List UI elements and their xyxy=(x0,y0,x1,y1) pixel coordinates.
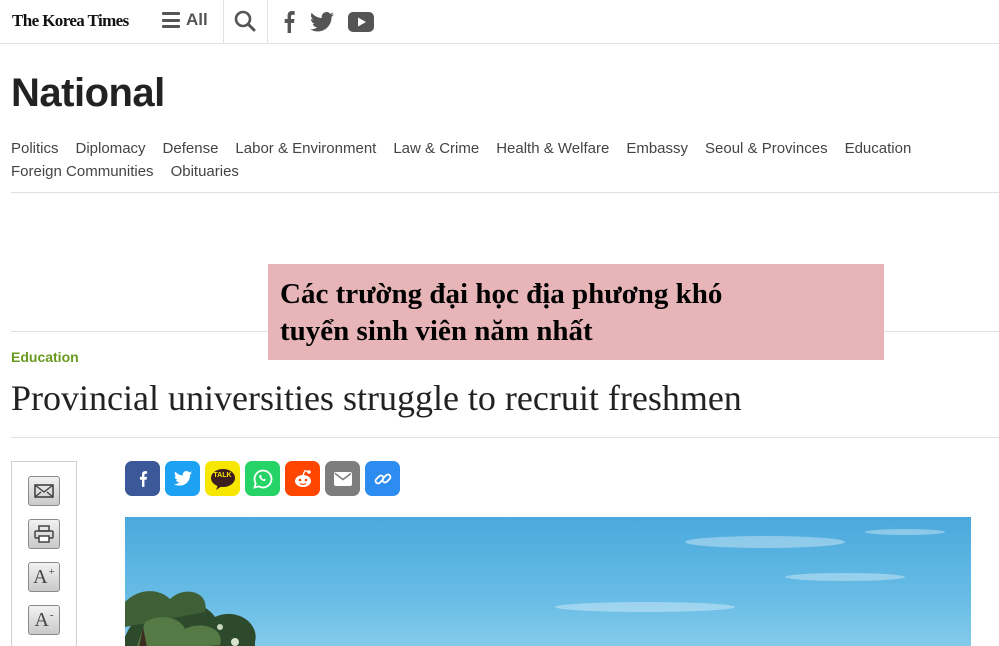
subnav-politics[interactable]: Politics xyxy=(11,137,59,160)
twitter-icon[interactable] xyxy=(310,12,334,32)
all-menu-button[interactable]: All xyxy=(162,10,208,30)
share-facebook-button[interactable] xyxy=(125,461,160,496)
share-kakaotalk-button[interactable]: TALK xyxy=(205,461,240,496)
divider xyxy=(267,0,268,44)
kakaotalk-label: TALK xyxy=(213,472,232,479)
share-whatsapp-button[interactable] xyxy=(245,461,280,496)
subnav-education[interactable]: Education xyxy=(845,137,912,160)
top-bar: The Korea Times All xyxy=(0,0,999,44)
article-photo xyxy=(125,517,971,646)
subnav-obituaries[interactable]: Obituaries xyxy=(171,160,239,183)
caption-line-1: Các trường đại học địa phương khó xyxy=(280,278,723,310)
article-tools-panel: A+ A- xyxy=(11,461,77,646)
twitter-icon xyxy=(173,471,192,486)
font-increase-button[interactable]: A+ xyxy=(28,562,60,592)
article-category[interactable]: Education xyxy=(11,349,79,365)
section-title[interactable]: National xyxy=(11,71,165,116)
divider xyxy=(223,0,224,44)
font-decrease-button[interactable]: A- xyxy=(28,605,60,635)
article-headline: Provincial universities struggle to recr… xyxy=(11,378,742,418)
subnav-foreign-communities[interactable]: Foreign Communities xyxy=(11,160,154,183)
font-increase-icon: A+ xyxy=(33,565,55,588)
subnav-embassy[interactable]: Embassy xyxy=(626,137,688,160)
email-button[interactable] xyxy=(28,476,60,506)
divider xyxy=(11,437,999,438)
subnav-health-welfare[interactable]: Health & Welfare xyxy=(496,137,609,160)
link-icon xyxy=(374,473,391,484)
share-email-button[interactable] xyxy=(325,461,360,496)
sky-tree-image xyxy=(125,529,945,646)
subnav-labor-environment[interactable]: Labor & Environment xyxy=(235,137,376,160)
share-reddit-button[interactable] xyxy=(285,461,320,496)
subnav-law-crime[interactable]: Law & Crime xyxy=(393,137,479,160)
font-down-glyph: A xyxy=(34,608,49,631)
font-decrease-icon: A- xyxy=(34,608,54,631)
share-link-button[interactable] xyxy=(365,461,400,496)
translation-caption-overlay: Các trường đại học địa phương khó tuyển … xyxy=(268,264,884,360)
subnav-diplomacy[interactable]: Diplomacy xyxy=(76,137,146,160)
font-up-glyph: A xyxy=(33,565,48,588)
youtube-icon[interactable] xyxy=(348,12,374,32)
search-icon[interactable] xyxy=(234,10,256,32)
email-icon xyxy=(34,484,54,498)
email-icon xyxy=(333,471,352,486)
facebook-icon[interactable] xyxy=(282,11,296,33)
reddit-icon xyxy=(294,469,311,487)
whatsapp-icon xyxy=(252,469,272,489)
subnav-seoul-provinces[interactable]: Seoul & Provinces xyxy=(705,137,828,160)
facebook-icon xyxy=(139,470,147,487)
all-menu-label: All xyxy=(186,10,208,29)
share-twitter-button[interactable] xyxy=(165,461,200,496)
caption-line-2: tuyển sinh viên năm nhất xyxy=(280,315,593,347)
subnav-defense[interactable]: Defense xyxy=(163,137,219,160)
print-button[interactable] xyxy=(28,519,60,549)
section-subnav: Politics Diplomacy Defense Labor & Environm… xyxy=(11,137,999,183)
site-logo[interactable]: The Korea Times xyxy=(12,11,129,31)
print-icon xyxy=(34,525,54,543)
hamburger-icon xyxy=(162,12,180,28)
divider xyxy=(11,192,999,193)
